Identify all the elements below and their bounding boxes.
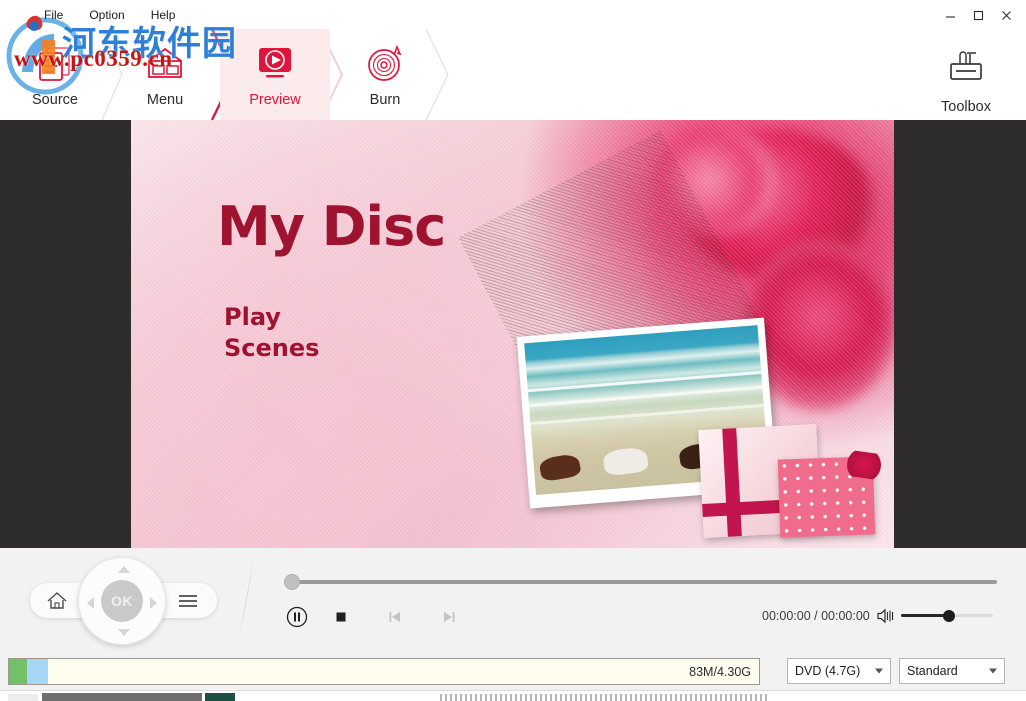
horse-figure [538,453,582,483]
maximize-button[interactable] [964,4,992,26]
ribbon-bow-decoration [842,449,885,480]
os-taskbar-sliver [0,690,1026,701]
previous-button[interactable] [383,605,407,629]
volume-thumb[interactable] [943,610,955,622]
menu-template-icon [143,44,187,84]
dvd-menu-canvas[interactable]: My Disc Play Scenes [131,120,894,548]
close-button[interactable] [992,4,1020,26]
menu-option[interactable]: Option [89,8,124,22]
step-burn[interactable]: Burn [330,29,440,120]
chevron-left-icon[interactable] [87,597,94,609]
capacity-label: 83M/4.30G [689,665,751,679]
step-source[interactable]: Source [0,29,110,120]
video-segment [9,659,27,684]
ok-button[interactable]: OK [101,580,143,622]
toolbox-icon [943,44,989,89]
step-burn-label: Burn [370,92,401,108]
step-menu-label: Menu [147,92,183,108]
seek-thumb[interactable] [285,575,299,589]
dvd-authoring-window: File Option Help [0,0,1026,701]
stop-button[interactable] [329,605,353,629]
step-navigation-ribbon: Source Menu [0,29,1026,120]
home-icon [46,591,68,611]
taskbar-text [440,694,770,701]
preview-stage: My Disc Play Scenes [0,120,1026,548]
volume-fill [901,614,949,617]
menu-list-icon [177,593,199,609]
taskbar-item[interactable] [8,694,38,701]
toolbox-label: Toolbox [941,99,991,115]
document-source-icon [35,44,75,84]
next-icon [441,609,457,625]
chevron-down-icon [989,669,997,674]
step-source-label: Source [32,92,78,108]
menu-button-scenes[interactable]: Scenes [224,333,319,364]
chevron-up-icon[interactable] [118,566,130,573]
quality-select[interactable]: Standard [899,658,1005,684]
menu-help[interactable]: Help [151,8,176,22]
playback-controls [285,605,461,629]
quality-value: Standard [907,664,958,678]
step-preview[interactable]: Preview [220,29,330,120]
disc-capacity-bar: 83M/4.30G [8,658,760,685]
minimize-button[interactable] [936,4,964,26]
pause-icon [286,606,308,628]
taskbar-item[interactable] [205,693,235,701]
volume-icon[interactable] [877,607,895,625]
step-menu[interactable]: Menu [110,29,220,120]
transport-divider [239,558,254,640]
title-bar: File Option Help [0,0,1026,29]
window-controls [936,4,1020,26]
step-preview-label: Preview [249,92,301,108]
stop-icon [333,609,349,625]
toolbox-button[interactable]: Toolbox [916,29,1016,120]
seek-track[interactable] [293,580,997,584]
preview-play-icon [253,44,297,84]
burn-disc-icon [363,44,407,84]
disc-type-select[interactable]: DVD (4.7G) [787,658,891,684]
chevron-down-icon [875,669,883,674]
pause-button[interactable] [285,605,309,629]
disc-type-value: DVD (4.7G) [795,664,860,678]
volume-slider[interactable] [901,610,993,622]
timecode-display: 00:00:00 / 00:00:00 [762,609,870,623]
disc-menu-buttons: Play Scenes [224,302,319,364]
previous-icon [387,609,403,625]
step-list: Source Menu [0,29,440,120]
audio-segment [27,659,48,684]
seek-bar[interactable] [285,575,997,589]
remote-dpad[interactable]: OK [78,557,166,645]
menu-button-play[interactable]: Play [224,302,319,333]
disc-title-text: My Disc [217,195,445,258]
next-button[interactable] [437,605,461,629]
horse-figure [602,446,649,477]
menu-bar: File Option Help [44,8,175,22]
chevron-down-icon[interactable] [118,629,130,636]
menu-file[interactable]: File [44,8,63,22]
chevron-right-icon[interactable] [150,597,157,609]
taskbar-item[interactable] [42,693,202,701]
